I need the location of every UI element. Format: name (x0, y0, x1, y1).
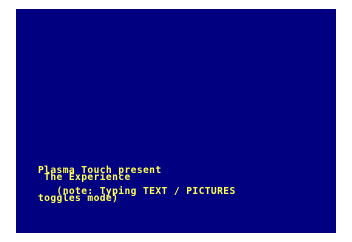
game-screen[interactable]: Plasma Touch present The Experience (not… (16, 9, 336, 233)
title-line: The Experience (38, 172, 131, 183)
note-line-continued: toggles mode) (38, 193, 119, 204)
display-border: Plasma Touch present The Experience (not… (0, 0, 352, 242)
